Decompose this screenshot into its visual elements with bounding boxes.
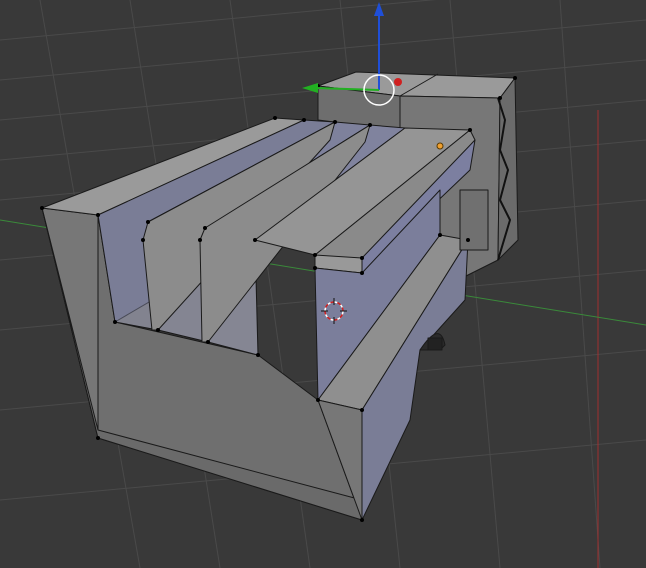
viewport-canvas[interactable] xyxy=(0,0,646,568)
cab-side-panel xyxy=(459,189,489,251)
3d-viewport[interactable] xyxy=(0,0,646,568)
truck-body-mesh[interactable] xyxy=(41,71,519,521)
wheel-detail xyxy=(427,337,443,351)
selected-vertex[interactable] xyxy=(436,142,444,150)
x-axis-handle[interactable] xyxy=(394,78,402,86)
